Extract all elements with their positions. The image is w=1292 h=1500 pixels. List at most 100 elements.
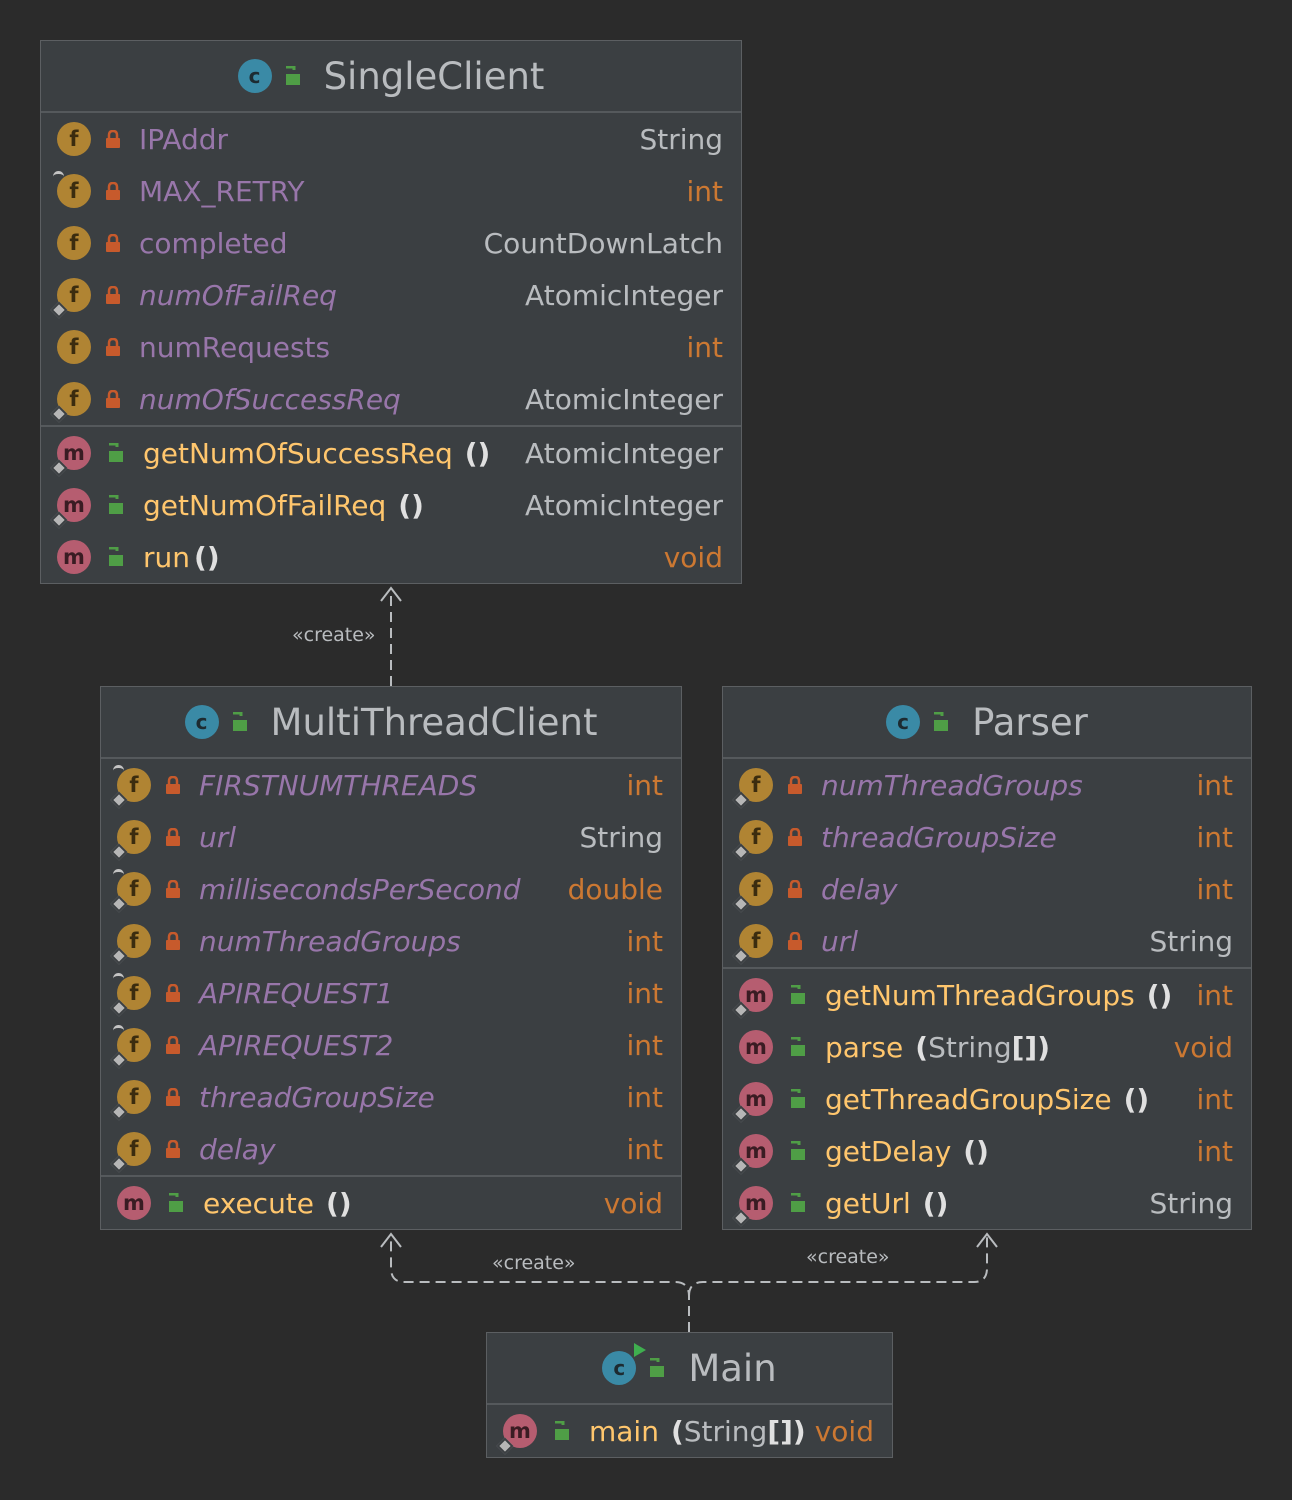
public-lock-icon — [109, 443, 123, 462]
field-type: int — [626, 976, 663, 1010]
method-row[interactable]: m getUrl () String — [723, 1177, 1251, 1229]
field-name: url — [821, 924, 859, 958]
method-row[interactable]: m execute () void — [101, 1177, 681, 1229]
private-lock-icon — [166, 1140, 180, 1158]
fields-section: f IPAddr String f MAX_RETRY int f comple… — [41, 113, 741, 427]
class-main[interactable]: c Main m main (String[]) void — [486, 1332, 893, 1458]
private-lock-icon — [106, 234, 120, 252]
class-multithreadclient[interactable]: c MultiThreadClient f FIRSTNUMTHREADS in… — [100, 686, 682, 1230]
method-row[interactable]: m main (String[]) void — [487, 1405, 892, 1457]
field-row[interactable]: f FIRSTNUMTHREADS int — [101, 759, 681, 811]
method-row[interactable]: m getNumOfFailReq () AtomicInteger — [41, 479, 741, 531]
field-type: int — [626, 768, 663, 802]
method-params: () — [464, 436, 491, 470]
static-final-field-icon: f — [110, 765, 151, 809]
method-row[interactable]: m getThreadGroupSize () int — [723, 1073, 1251, 1125]
field-name: APIREQUEST1 — [199, 976, 394, 1010]
method-name: getNumOfSuccessReq — [143, 436, 453, 470]
field-row[interactable]: f completed CountDownLatch — [41, 217, 741, 269]
method-row[interactable]: m getDelay () int — [723, 1125, 1251, 1177]
field-row[interactable]: f numOfSuccessReq AtomicInteger — [41, 373, 741, 425]
method-name: getUrl — [825, 1186, 911, 1220]
field-row[interactable]: f numOfFailReq AtomicInteger — [41, 269, 741, 321]
static-field-icon: f — [110, 820, 151, 861]
method-return-type: int — [1196, 1082, 1233, 1116]
field-name: millisecondsPerSecond — [199, 872, 521, 906]
public-lock-icon — [791, 985, 805, 1004]
field-row[interactable]: f url String — [723, 915, 1251, 967]
field-row[interactable]: f IPAddr String — [41, 113, 741, 165]
field-type: int — [686, 330, 723, 364]
field-name: numOfSuccessReq — [139, 382, 401, 416]
class-parser[interactable]: c Parser f numThreadGroups int f threadG… — [722, 686, 1252, 1230]
method-row[interactable]: m getNumOfSuccessReq () AtomicInteger — [41, 427, 741, 479]
field-name: completed — [139, 226, 288, 260]
field-row[interactable]: f delay int — [101, 1123, 681, 1175]
field-row[interactable]: f MAX_RETRY int — [41, 165, 741, 217]
method-return-type: int — [1196, 978, 1233, 1012]
public-lock-icon — [109, 547, 123, 566]
field-row[interactable]: f delay int — [723, 863, 1251, 915]
static-method-icon: m — [50, 488, 91, 529]
field-name: threadGroupSize — [821, 820, 1057, 854]
field-type: int — [626, 1132, 663, 1166]
field-type: AtomicInteger — [525, 382, 723, 416]
private-lock-icon — [166, 1036, 180, 1054]
private-lock-icon — [788, 932, 802, 950]
public-lock-icon — [232, 712, 247, 731]
private-lock-icon — [788, 880, 802, 898]
field-row[interactable]: f numRequests int — [41, 321, 741, 373]
private-lock-icon — [166, 776, 180, 794]
static-method-icon: m — [732, 1082, 773, 1123]
runnable-class-icon: c — [602, 1343, 647, 1385]
field-name: threadGroupSize — [199, 1080, 435, 1114]
method-return-type: String — [1149, 1186, 1233, 1220]
field-type: String — [1149, 924, 1233, 958]
method-name: getNumOfFailReq — [143, 488, 387, 522]
field-type: int — [626, 1028, 663, 1062]
static-final-field-icon: f — [110, 973, 151, 1017]
field-row[interactable]: f millisecondsPerSecond double — [101, 863, 681, 915]
field-type: int — [686, 174, 723, 208]
field-row[interactable]: f threadGroupSize int — [723, 811, 1251, 863]
field-row[interactable]: f threadGroupSize int — [101, 1071, 681, 1123]
field-name: FIRSTNUMTHREADS — [199, 768, 478, 802]
field-name: IPAddr — [139, 122, 229, 156]
public-lock-icon — [109, 495, 123, 514]
class-icon: c — [184, 705, 219, 739]
public-lock-icon — [555, 1421, 569, 1440]
field-row[interactable]: f numThreadGroups int — [101, 915, 681, 967]
method-params: () — [1146, 978, 1173, 1012]
field-type: int — [1196, 820, 1233, 854]
edge-label-create: «create» — [492, 1252, 576, 1274]
method-name: execute — [203, 1186, 315, 1220]
class-singleclient[interactable]: c SingleClient f IPAddr String f MAX_RET… — [40, 40, 742, 584]
field-row[interactable]: f url String — [101, 811, 681, 863]
field-row[interactable]: f APIREQUEST1 int — [101, 967, 681, 1019]
edge-main-to-multithreadclient — [390, 1236, 690, 1332]
private-lock-icon — [106, 182, 120, 200]
method-params: () — [194, 540, 220, 574]
method-row[interactable]: m getNumThreadGroups () int — [723, 969, 1251, 1021]
field-name: numOfFailReq — [139, 278, 337, 312]
method-row[interactable]: m parse (String[]) void — [723, 1021, 1251, 1073]
static-field-icon: f — [732, 820, 773, 861]
field-icon: f — [57, 226, 91, 260]
private-lock-icon — [106, 286, 120, 304]
field-type: int — [1196, 872, 1233, 906]
method-params: () — [326, 1186, 352, 1220]
method-params: () — [398, 488, 424, 522]
field-name: delay — [821, 872, 898, 906]
field-type: double — [567, 872, 663, 906]
field-row[interactable]: f APIREQUEST2 int — [101, 1019, 681, 1071]
method-icon: m — [739, 1030, 773, 1064]
field-row[interactable]: f numThreadGroups int — [723, 759, 1251, 811]
edge-label-create: «create» — [806, 1246, 890, 1268]
method-icon: m — [57, 540, 91, 574]
field-name: MAX_RETRY — [139, 174, 305, 208]
public-lock-icon — [285, 66, 300, 85]
field-type: int — [626, 1080, 663, 1114]
private-lock-icon — [788, 776, 802, 794]
public-lock-icon — [934, 712, 949, 731]
method-row[interactable]: m run () void — [41, 531, 741, 583]
